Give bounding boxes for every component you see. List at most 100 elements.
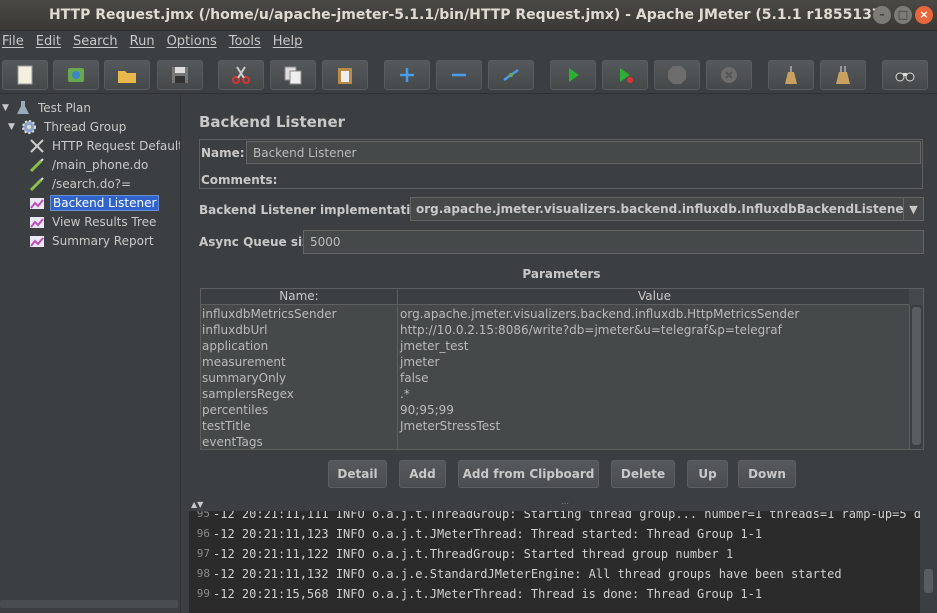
queue-size-field[interactable]: 5000 (303, 230, 924, 254)
menu-bar: File Edit Search Run Options Tools Help (0, 31, 937, 52)
grip-icon[interactable]: ⋯ (561, 499, 569, 508)
menu-run[interactable]: Run (130, 34, 155, 49)
test-plan-icon (14, 100, 32, 116)
search-button[interactable] (882, 60, 928, 90)
close-button[interactable]: × (915, 6, 933, 24)
splitter-arrows-icon[interactable]: ▲▼ (191, 500, 203, 509)
column-header-name[interactable]: Name: (201, 289, 398, 304)
table-row[interactable]: measurement jmeter (201, 354, 909, 370)
add-from-clipboard-button[interactable]: Add from Clipboard (458, 460, 599, 488)
config-icon (28, 138, 46, 154)
parameters-title: Parameters (522, 267, 601, 281)
tree-item-backend-listener[interactable]: Backend Listener (28, 194, 160, 212)
name-field[interactable]: Backend Listener (246, 141, 921, 164)
tree-item-thread-group[interactable]: ▼ Thread Group (8, 118, 128, 136)
save-button[interactable] (157, 60, 203, 90)
expand-button[interactable] (384, 60, 430, 90)
minimize-button[interactable]: – (873, 6, 891, 24)
log-panel[interactable]: 95 -12 20:21:11,111 INFO o.a.j.t.ThreadGr… (189, 511, 920, 613)
table-row[interactable]: testTitle JmeterStressTest (201, 418, 909, 434)
tree-item-summary-report[interactable]: Summary Report (28, 232, 156, 250)
log-line: 99 -12 20:21:15,568 INFO o.a.j.t.JMeterTh… (196, 587, 763, 601)
add-button[interactable]: Add (399, 460, 446, 488)
listener-icon (28, 195, 46, 211)
cut-button[interactable] (218, 60, 264, 90)
clear-button[interactable] (768, 60, 814, 90)
toggle-icon (503, 68, 519, 82)
collapse-arrow-icon[interactable]: ▼ (2, 103, 14, 113)
collapse-icon (452, 73, 466, 77)
log-splitter[interactable]: ▲▼ ⋯ (189, 499, 937, 511)
tree-horizontal-scrollbar[interactable] (0, 600, 178, 608)
log-line: 97 -12 20:21:11,122 INFO o.a.j.t.ThreadGr… (196, 547, 734, 561)
start-no-pause-button[interactable] (602, 60, 648, 90)
collapse-button[interactable] (436, 60, 482, 90)
impl-select[interactable]: org.apache.jmeter.visualizers.backend.in… (410, 197, 924, 221)
tree-item-test-plan[interactable]: ▼ Test Plan (2, 99, 93, 117)
templates-icon (68, 68, 84, 82)
paste-icon (338, 68, 352, 84)
maximize-button[interactable]: □ (894, 6, 912, 24)
impl-label: Backend Listener implementation (199, 203, 428, 217)
open-icon (118, 71, 136, 83)
table-row[interactable]: influxdbUrl http://10.0.2.15:8086/write?d… (201, 322, 909, 338)
test-plan-tree: ▼ Test Plan ▼ Thread Group HTTP Request … (0, 95, 183, 600)
table-row[interactable]: influxdbMetricsSender org.apache.jmeter.v… (201, 306, 909, 322)
down-button[interactable]: Down (738, 460, 796, 488)
table-row[interactable]: summaryOnly false (201, 370, 909, 386)
table-header: Name: Value (201, 289, 909, 305)
thread-group-icon (20, 119, 38, 135)
menu-file[interactable]: File (2, 34, 24, 49)
paste-button[interactable] (322, 60, 368, 90)
stop-button[interactable] (654, 60, 700, 90)
start-icon (569, 68, 579, 82)
copy-button[interactable] (270, 60, 316, 90)
column-header-value[interactable]: Value (398, 289, 909, 304)
start-button[interactable] (550, 60, 596, 90)
expand-icon (400, 68, 414, 82)
table-row[interactable]: application jmeter_test (201, 338, 909, 354)
stop-icon (668, 66, 686, 84)
table-vertical-scrollbar[interactable] (909, 305, 923, 449)
new-button[interactable] (2, 60, 48, 90)
comments-label: Comments: (201, 173, 278, 187)
toggle-button[interactable] (488, 60, 534, 90)
backend-listener-panel: Backend Listener Name: Backend Listener … (189, 95, 937, 502)
shutdown-icon (721, 67, 737, 83)
menu-help[interactable]: Help (273, 34, 303, 49)
detail-button[interactable]: Detail (328, 460, 387, 488)
tree-item-main-phone[interactable]: /main_phone.do (28, 156, 150, 174)
chevron-down-icon[interactable]: ▼ (903, 198, 923, 220)
panel-splitter[interactable] (180, 95, 188, 613)
table-row[interactable]: eventTags (201, 434, 909, 450)
up-button[interactable]: Up (687, 460, 728, 488)
scrollbar-thumb[interactable] (924, 569, 933, 593)
tree-item-http-defaults[interactable]: HTTP Request Default (28, 137, 185, 155)
menu-search[interactable]: Search (73, 34, 118, 49)
table-row[interactable]: samplersRegex .* (201, 386, 909, 402)
collapse-arrow-icon[interactable]: ▼ (8, 122, 20, 132)
name-label: Name: (201, 146, 245, 160)
tree-item-search[interactable]: /search.do?= (28, 175, 133, 193)
start-no-pause-icon (620, 68, 633, 83)
listener-icon (28, 214, 46, 230)
table-row[interactable]: percentiles 90;95;99 (201, 402, 909, 418)
open-button[interactable] (104, 60, 150, 90)
delete-button[interactable]: Delete (611, 460, 675, 488)
cut-icon (232, 66, 250, 84)
log-line: 95 -12 20:21:11,111 INFO o.a.j.t.ThreadGr… (196, 511, 920, 521)
queue-size-label: Async Queue size (199, 235, 318, 249)
clear-all-button[interactable] (820, 60, 866, 90)
tree-item-view-results-tree[interactable]: View Results Tree (28, 213, 158, 231)
copy-icon (284, 66, 302, 85)
templates-button[interactable] (53, 60, 99, 90)
scrollbar-thumb[interactable] (912, 307, 921, 445)
parameters-table: Name: Value influxdbMetricsSender org.apa… (200, 288, 924, 450)
shutdown-button[interactable] (706, 60, 752, 90)
page-title: Backend Listener (199, 113, 346, 131)
toolbar (0, 52, 937, 94)
menu-options[interactable]: Options (167, 34, 217, 49)
menu-edit[interactable]: Edit (36, 34, 61, 49)
log-vertical-scrollbar[interactable] (920, 511, 937, 613)
menu-tools[interactable]: Tools (229, 34, 261, 49)
